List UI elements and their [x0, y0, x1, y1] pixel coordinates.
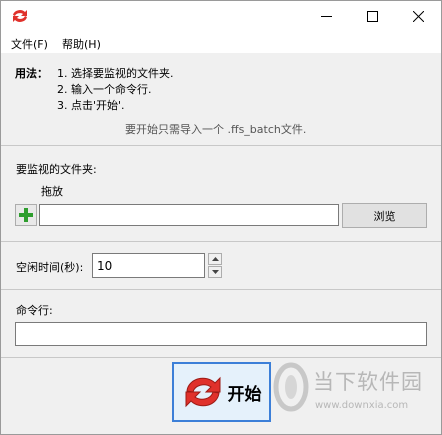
plus-icon	[19, 208, 33, 222]
usage-step: 2. 输入一个命令行.	[57, 83, 152, 96]
start-button[interactable]: 开始	[172, 362, 271, 422]
watermark-url: www.downxia.com	[315, 400, 409, 411]
usage-label: 用法：	[15, 67, 48, 80]
idle-time-input[interactable]	[92, 253, 205, 278]
maximize-icon	[366, 11, 378, 22]
watermark-text: 当下软件园	[313, 370, 423, 394]
watermark-logo-icon	[273, 362, 309, 412]
browse-button[interactable]: 浏览	[342, 203, 427, 228]
close-icon	[412, 11, 424, 22]
folder-section-label: 要监视的文件夹:	[16, 163, 97, 176]
command-line-label: 命令行:	[16, 304, 53, 317]
spin-down-button[interactable]	[208, 266, 222, 278]
minimize-icon	[320, 16, 332, 17]
sync-icon	[185, 376, 220, 408]
drop-label: 拖放	[41, 185, 63, 198]
app-sync-icon	[10, 7, 30, 25]
menu-file[interactable]: 文件(F)	[11, 36, 48, 52]
folder-path-input[interactable]	[39, 204, 339, 226]
menu-bar: 文件(F) 帮助(H)	[1, 32, 441, 53]
title-bar	[1, 1, 441, 32]
usage-step: 1. 选择要监视的文件夹.	[57, 67, 174, 80]
close-button[interactable]	[395, 1, 441, 32]
idle-time-spinner	[208, 253, 222, 278]
spin-up-icon	[211, 257, 219, 261]
menu-help[interactable]: 帮助(H)	[62, 36, 101, 52]
add-folder-button[interactable]	[15, 204, 37, 226]
app-window: 文件(F) 帮助(H) 用法： 1. 选择要监视的文件夹. 2. 输入一个命令行…	[0, 0, 442, 435]
spin-up-button[interactable]	[208, 253, 222, 265]
maximize-button[interactable]	[349, 1, 395, 32]
minimize-button[interactable]	[303, 1, 349, 32]
divider	[1, 241, 441, 242]
spin-down-icon	[211, 270, 219, 274]
usage-panel: 用法： 1. 选择要监视的文件夹. 2. 输入一个命令行. 3. 点击'开始'.…	[1, 53, 441, 146]
browse-button-label: 浏览	[373, 209, 396, 223]
idle-time-label: 空闲时间(秒):	[16, 261, 84, 274]
divider	[1, 357, 441, 358]
usage-step: 3. 点击'开始'.	[57, 99, 125, 112]
divider	[1, 289, 441, 290]
usage-hint: 要开始只需导入一个 .ffs_batch文件.	[125, 123, 307, 136]
start-button-label: 开始	[227, 384, 262, 405]
command-line-input[interactable]	[15, 322, 427, 346]
